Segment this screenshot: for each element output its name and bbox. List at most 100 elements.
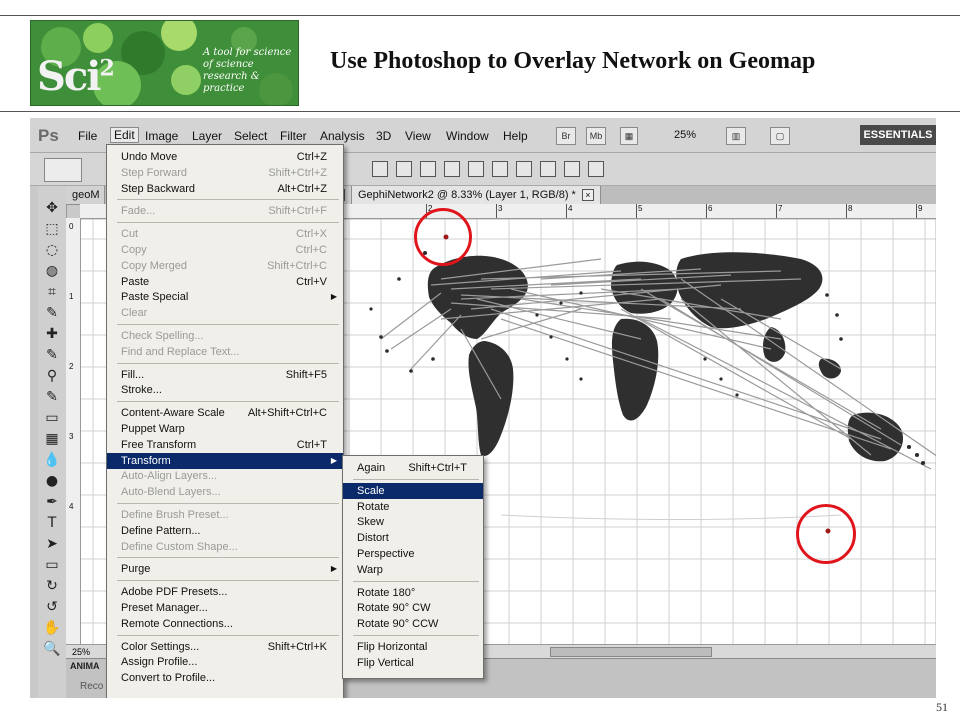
move-icon[interactable]: ✥ [42,198,62,218]
marquee-icon[interactable]: ⬚ [42,219,62,239]
tool-preset-picker[interactable] [44,158,82,182]
menu-item-stroke[interactable]: Stroke... [107,382,343,398]
menu-item-preset-manager[interactable]: Preset Manager... [107,600,343,616]
menu-item-flip-vertical[interactable]: Flip Vertical [343,655,483,671]
menu-analysis[interactable]: Analysis [320,129,365,143]
shape-icon[interactable]: ▭ [42,555,62,575]
menu-help[interactable]: Help [503,129,528,143]
menu-3d[interactable]: 3D [376,129,391,143]
doc-tab-gephinetwork2[interactable]: GephiNetwork2 @ 8.33% (Layer 1, RGB/8) *… [352,186,601,204]
eyedropper-icon[interactable]: ✎ [42,303,62,323]
menu-filter[interactable]: Filter [280,129,307,143]
menu-item-color-settings[interactable]: Color Settings... Shift+Ctrl+K [107,639,343,655]
menu-item-define-pattern[interactable]: Define Pattern... [107,523,343,539]
menu-item-purge[interactable]: Purge ▶ [107,561,343,577]
crop-icon[interactable]: ⌗ [42,282,62,302]
menu-layer[interactable]: Layer [192,129,222,143]
align-right-icon[interactable] [492,161,508,177]
auto-align-icon[interactable] [588,161,604,177]
menu-item-paste[interactable]: Paste Ctrl+V [107,274,343,290]
brush-icon[interactable]: ✎ [42,345,62,365]
menu-item-define-custom-shape[interactable]: Define Custom Shape... [107,539,343,555]
menu-item-paste-special[interactable]: Paste Special ▶ [107,289,343,305]
menu-item-perspective[interactable]: Perspective [343,546,483,562]
distribute-vcenter-icon[interactable] [540,161,556,177]
menu-item-remote-connections[interactable]: Remote Connections... [107,616,343,632]
arrange-documents-icon[interactable]: ▥ [726,127,746,145]
healing-brush-icon[interactable]: ✚ [42,324,62,344]
menu-item-rotate[interactable]: Rotate [343,499,483,515]
zoom-icon[interactable]: 🔍 [42,639,62,659]
distribute-top-icon[interactable] [516,161,532,177]
menu-item-scale[interactable]: Scale [343,482,483,499]
align-top-icon[interactable] [372,161,388,177]
menu-item-again[interactable]: Again Shift+Ctrl+T [343,460,483,476]
align-hcenter-icon[interactable] [468,161,484,177]
menu-item-fade[interactable]: Fade... Shift+Ctrl+F [107,203,343,219]
menu-item-distort[interactable]: Distort [343,530,483,546]
menu-item-content-aware-scale[interactable]: Content-Aware Scale Alt+Shift+Ctrl+C [107,405,343,421]
lasso-icon[interactable]: ◌ [42,240,62,260]
menu-item-transform[interactable]: Transform ▶ [107,452,343,469]
menu-item-warp[interactable]: Warp [343,562,483,578]
path-select-icon[interactable]: ➤ [42,534,62,554]
horizontal-scrollbar[interactable] [550,647,712,657]
status-zoom[interactable]: 25% [72,645,90,659]
3d-rotate-icon[interactable]: ↻ [42,576,62,596]
menu-item-check-spelling[interactable]: Check Spelling... [107,328,343,344]
hand-icon[interactable]: ✋ [42,618,62,638]
menu-item-auto-align-layers[interactable]: Auto-Align Layers... [107,468,343,484]
close-icon[interactable]: × [581,189,594,201]
menu-item-undo-move[interactable]: Undo Move Ctrl+Z [107,149,343,165]
view-extras-icon[interactable]: ▦ [620,127,638,145]
menu-item-clear[interactable]: Clear [107,305,343,321]
menu-image[interactable]: Image [145,129,178,143]
menu-select[interactable]: Select [234,129,267,143]
bridge-button[interactable]: Br [556,127,576,145]
menu-item-copy[interactable]: Copy Ctrl+C [107,242,343,258]
menu-item-auto-blend-layers[interactable]: Auto-Blend Layers... [107,484,343,500]
menu-item-free-transform[interactable]: Free Transform Ctrl+T [107,437,343,453]
menu-edit[interactable]: Edit [110,127,139,143]
menu-item-adobe-pdf-presets[interactable]: Adobe PDF Presets... [107,584,343,600]
menu-item-step-backward[interactable]: Step Backward Alt+Ctrl+Z [107,181,343,197]
clone-stamp-icon[interactable]: ⚲ [42,366,62,386]
menu-view[interactable]: View [405,129,431,143]
pen-icon[interactable]: ✒ [42,492,62,512]
zoom-level[interactable]: 25% [674,129,696,141]
menu-item-step-forward[interactable]: Step Forward Shift+Ctrl+Z [107,165,343,181]
menu-item-rotate-180[interactable]: Rotate 180° [343,585,483,601]
type-icon[interactable]: T [42,513,62,533]
minibridge-button[interactable]: Mb [586,127,606,145]
menu-item-assign-profile[interactable]: Assign Profile... [107,654,343,670]
menu-item-rotate-90-cw[interactable]: Rotate 90° CW [343,600,483,616]
animation-tab[interactable]: ANIMA [70,661,100,671]
quick-select-icon[interactable]: ◍ [42,261,62,281]
menu-item-puppet-warp[interactable]: Puppet Warp [107,421,343,437]
blur-icon[interactable]: 💧 [42,450,62,470]
menu-item-convert-to-profile[interactable]: Convert to Profile... [107,670,343,686]
doc-tab-geomap[interactable]: geoM [66,186,105,204]
align-bottom-icon[interactable] [420,161,436,177]
screen-mode-icon[interactable]: ▢ [770,127,790,145]
menu-window[interactable]: Window [446,129,489,143]
align-vcenter-icon[interactable] [396,161,412,177]
gradient-icon[interactable]: ▦ [42,429,62,449]
menu-file[interactable]: File [78,129,97,143]
menu-item-find-and-replace-text[interactable]: Find and Replace Text... [107,344,343,360]
align-left-icon[interactable] [444,161,460,177]
menu-item-skew[interactable]: Skew [343,514,483,530]
menu-item-fill[interactable]: Fill... Shift+F5 [107,367,343,383]
menu-item-copy-merged[interactable]: Copy Merged Shift+Ctrl+C [107,258,343,274]
menu-item-define-brush-preset[interactable]: Define Brush Preset... [107,507,343,523]
distribute-bottom-icon[interactable] [564,161,580,177]
menu-item-rotate-90-ccw[interactable]: Rotate 90° CCW [343,616,483,632]
align-distribute-icons[interactable] [372,161,642,177]
3d-orbit-icon[interactable]: ↺ [42,597,62,617]
dodge-icon[interactable]: ● [42,471,62,491]
history-brush-icon[interactable]: ✎ [42,387,62,407]
menu-item-cut[interactable]: Cut Ctrl+X [107,226,343,242]
eraser-icon[interactable]: ▭ [42,408,62,428]
menu-item-flip-horizontal[interactable]: Flip Horizontal [343,639,483,655]
essentials-workspace-button[interactable]: ESSENTIALS [860,125,936,145]
